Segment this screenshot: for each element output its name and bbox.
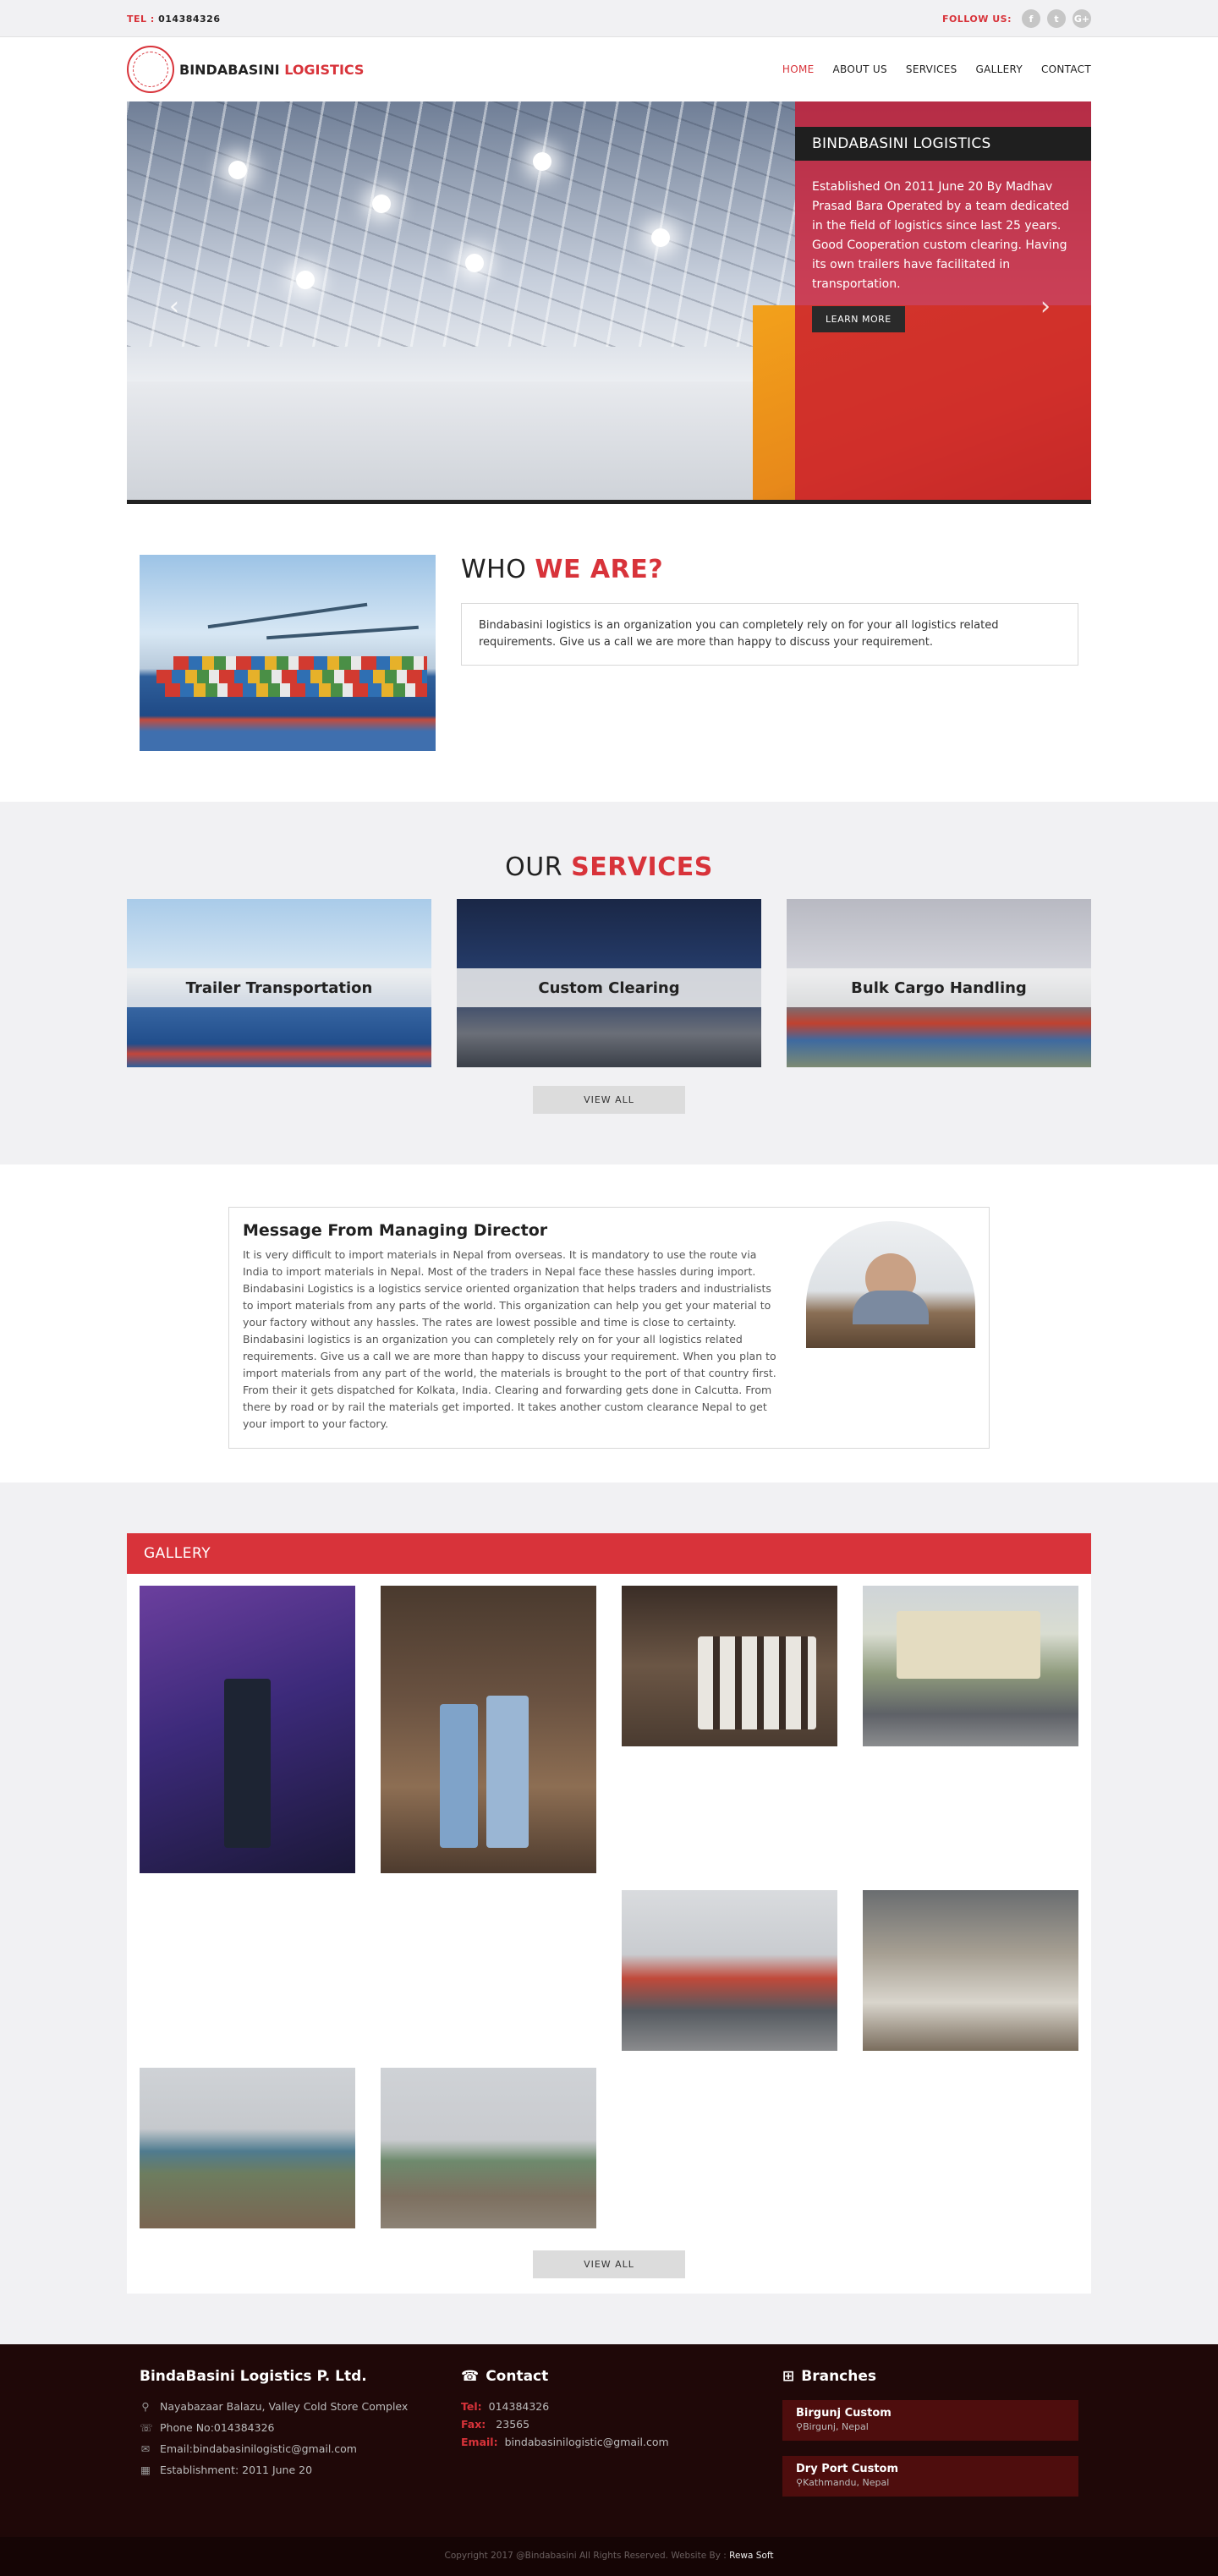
site-header: BINDABASINI LOGISTICS HOME ABOUT US SERV…	[0, 37, 1218, 101]
phone-icon: ☎	[461, 2368, 480, 2385]
follow-label: FOLLOW US:	[941, 13, 1012, 25]
gallery-image[interactable]	[622, 1586, 837, 1746]
gallery-view-all-button[interactable]: VIEW ALL	[533, 2250, 685, 2278]
top-bar: TEL : 014384326 FOLLOW US: f t G+	[0, 0, 1218, 37]
gallery-title: GALLERY	[127, 1533, 1091, 1574]
ceiling-lamp	[372, 195, 391, 213]
gallery-image[interactable]	[863, 1586, 1078, 1746]
director-message-section: Message From Managing Director It is ver…	[0, 1165, 1218, 1483]
google-plus-icon[interactable]: G+	[1073, 9, 1091, 28]
twitter-icon[interactable]: t	[1047, 9, 1066, 28]
copyright-bar: Copyright 2017 @Bindabasini All Rights R…	[0, 2537, 1218, 2576]
gallery-image[interactable]	[140, 1586, 355, 1873]
copyright-text: Copyright 2017 @Bindabasini All Rights R…	[444, 2551, 730, 2561]
brand-name: BINDABASINI LOGISTICS	[179, 62, 364, 78]
service-label: Bulk Cargo Handling	[787, 968, 1091, 1007]
map-marker-icon: ⚲	[141, 2400, 150, 2413]
map-marker-icon: ⚲	[796, 2477, 804, 2488]
hero-title: BINDABASINI LOGISTICS	[795, 127, 1091, 161]
gallery-image[interactable]	[622, 1890, 837, 2051]
contact-tel: 014384326	[488, 2400, 550, 2413]
service-label: Trailer Transportation	[127, 968, 431, 1007]
gallery-image[interactable]	[381, 2068, 596, 2228]
brand-logo-link[interactable]: BINDABASINI LOGISTICS	[127, 46, 364, 93]
site-footer: BindaBasini Logistics P. Ltd. ⚲ Nayabazaa…	[0, 2344, 1218, 2537]
footer-contact: ☎ Contact Tel: 014384326 Fax: 23565 Email:…	[461, 2368, 669, 2448]
map-marker-icon: ⚲	[796, 2421, 804, 2432]
tel-label: TEL :	[127, 13, 155, 25]
hero-slider: ‹ BINDABASINI LOGISTICS Established On 2…	[127, 101, 1091, 504]
footer-address: ⚲ Nayabazaar Balazu, Valley Cold Store Co…	[140, 2400, 436, 2413]
chevron-left-icon[interactable]: ‹	[169, 292, 179, 321]
contact-email-link[interactable]: bindabasinilogistic@gmail.com	[505, 2436, 669, 2448]
footer-branches: ⊞ Branches Birgunj Custom ⚲Birgunj, Nepal…	[782, 2368, 1078, 2512]
footer-phone: ☏ Phone No:014384326	[140, 2421, 275, 2434]
director-photo	[806, 1221, 975, 1348]
learn-more-button[interactable]: LEARN MORE	[812, 306, 905, 332]
footer-establishment: ▦ Establishment: 2011 June 20	[140, 2464, 313, 2476]
who-title: WHO WE ARE?	[461, 555, 664, 584]
nav-services[interactable]: SERVICES	[906, 63, 957, 75]
footer-branches-title: Branches	[801, 2368, 876, 2385]
service-card-trailer-transportation[interactable]: Trailer Transportation	[127, 899, 431, 1067]
gallery-image[interactable]	[863, 1890, 1078, 2051]
nav-contact[interactable]: CONTACT	[1041, 63, 1091, 75]
ceiling-lamp	[533, 152, 551, 171]
gallery-section: GALLERY VIEW ALL	[0, 1483, 1218, 2344]
branch-item: Dry Port Custom ⚲Kathmandu, Nepal	[782, 2456, 1078, 2497]
logo-emblem-icon	[127, 46, 174, 93]
service-label: Custom Clearing	[457, 968, 761, 1007]
phone-icon: ☏	[140, 2421, 153, 2434]
gallery-image[interactable]	[381, 1586, 596, 1873]
ceiling-lamp	[651, 228, 670, 247]
service-card-bulk-cargo-handling[interactable]: Bulk Cargo Handling	[787, 899, 1091, 1067]
chevron-right-icon[interactable]: ›	[1040, 292, 1051, 321]
nav-gallery[interactable]: GALLERY	[976, 63, 1023, 75]
service-card-custom-clearing[interactable]: Custom Clearing	[457, 899, 761, 1067]
message-title: Message From Managing Director	[243, 1221, 548, 1240]
calendar-icon: ▦	[140, 2464, 151, 2476]
who-description: Bindabasini logistics is an organization…	[461, 603, 1078, 666]
services-title: OUR SERVICES	[505, 852, 713, 882]
ceiling-lamp	[228, 161, 247, 179]
facebook-icon[interactable]: f	[1022, 9, 1040, 28]
footer-contact-title: Contact	[486, 2368, 549, 2385]
gallery-image[interactable]	[140, 2068, 355, 2228]
ceiling-lamp	[296, 271, 315, 289]
who-we-are-section: WHO WE ARE? Bindabasini logistics is an …	[0, 504, 1218, 802]
branch-item: Birgunj Custom ⚲Birgunj, Nepal	[782, 2400, 1078, 2441]
telephone-info: TEL : 014384326	[127, 14, 221, 25]
contact-fax: 23565	[492, 2418, 530, 2431]
warehouse-ceiling	[127, 101, 795, 347]
nav-home[interactable]: HOME	[782, 63, 815, 75]
ceiling-lamp	[465, 254, 484, 272]
footer-email: ✉ Email:bindabasinilogistic@gmail.com	[140, 2442, 357, 2455]
credit-link[interactable]: Rewa Soft	[729, 2551, 773, 2561]
footer-company-info: BindaBasini Logistics P. Ltd. ⚲ Nayabazaa…	[140, 2368, 436, 2512]
tel-value: 014384326	[158, 13, 221, 25]
brand-main: BINDABASINI	[179, 61, 280, 78]
brand-accent: LOGISTICS	[284, 61, 365, 78]
cargo-ship-image	[140, 555, 436, 751]
services-section: OUR SERVICES Trailer Transportation Cust…	[0, 802, 1218, 1165]
footer-company-name: BindaBasini Logistics P. Ltd.	[140, 2368, 367, 2385]
envelope-icon: ✉	[140, 2442, 151, 2455]
hero-text: Established On 2011 June 20 By Madhav Pr…	[812, 180, 1069, 291]
message-text: It is very difficult to import materials…	[243, 1248, 776, 1430]
map-icon: ⊞	[782, 2368, 795, 2385]
services-view-all-button[interactable]: VIEW ALL	[533, 1086, 685, 1114]
follow-us: FOLLOW US: f t G+	[942, 9, 1091, 28]
main-nav: HOME ABOUT US SERVICES GALLERY CONTACT	[782, 63, 1091, 75]
nav-about-us[interactable]: ABOUT US	[833, 63, 887, 75]
